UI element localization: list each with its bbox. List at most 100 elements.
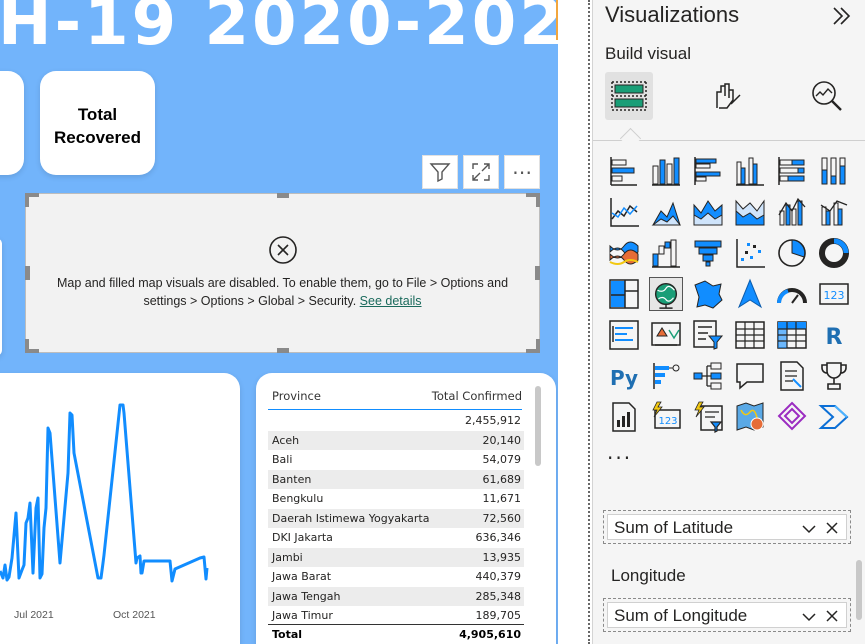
table-row[interactable]: Banten 61,689 — [268, 469, 524, 489]
key-influencers-icon[interactable] — [649, 359, 683, 393]
table-row[interactable]: Jawa Tengah 285,348 — [268, 586, 524, 606]
line-chart-icon[interactable] — [607, 195, 641, 229]
filled-map-icon[interactable] — [691, 277, 725, 311]
collapse-pane-button[interactable] — [829, 4, 853, 28]
100-stacked-column-chart-icon[interactable] — [817, 154, 851, 188]
kpi-card-partial[interactable] — [0, 71, 24, 175]
table-row[interactable]: DKI Jakarta 636,346 — [268, 528, 524, 548]
filter-button[interactable] — [422, 155, 458, 189]
column-header-province[interactable]: Province — [272, 389, 321, 403]
slicer-icon[interactable] — [691, 318, 725, 352]
table-row[interactable]: Daerah Istimewa Yogyakarta 72,560 — [268, 508, 524, 528]
donut-chart-icon[interactable] — [817, 236, 851, 270]
analytics-tab[interactable] — [803, 72, 851, 120]
power-apps-slicer-icon[interactable] — [691, 400, 725, 434]
resize-corner-tr[interactable] — [526, 193, 540, 207]
multi-row-card-icon-glyph — [609, 320, 639, 350]
gauge-icon-glyph — [777, 288, 807, 304]
stacked-area-chart-icon[interactable] — [691, 195, 725, 229]
format-visual-tab[interactable] — [703, 72, 751, 120]
analytics-magnifier-icon — [812, 81, 842, 111]
resize-handle-bottom[interactable] — [277, 348, 289, 353]
pane-scrollbar[interactable] — [856, 560, 862, 620]
chevron-down-icon[interactable] — [800, 520, 818, 538]
100-stacked-bar-chart-icon[interactable] — [775, 154, 809, 188]
treemap-icon[interactable] — [607, 277, 641, 311]
power-apps-icon[interactable] — [775, 400, 809, 434]
table-scrollbar[interactable] — [535, 386, 541, 466]
column-header-total-confirmed[interactable]: Total Confirmed — [432, 389, 522, 403]
stacked-column-chart-icon[interactable] — [649, 154, 683, 188]
qa-icon[interactable] — [733, 359, 767, 393]
area-chart-icon[interactable] — [649, 195, 683, 229]
pane-divider[interactable] — [588, 0, 590, 644]
province-table-card[interactable]: Province Total Confirmed 2,455,912 Aceh 20… — [256, 373, 556, 644]
card-icon[interactable]: 123 — [817, 277, 851, 311]
more-visuals-button[interactable]: ··· — [607, 446, 632, 470]
table-row[interactable]: Jawa Barat 440,379 — [268, 567, 524, 587]
table-row[interactable]: Aceh 20,140 — [268, 430, 524, 450]
map-message-line1: Map and filled map visuals are disabled.… — [56, 276, 509, 290]
resize-handle-top[interactable] — [277, 193, 289, 198]
table-row[interactable]: 2,455,912 — [268, 411, 524, 431]
clustered-bar-chart-icon[interactable] — [691, 154, 725, 188]
focus-mode-button[interactable] — [463, 155, 499, 189]
r-visual-icon[interactable]: R — [817, 318, 851, 352]
resize-corner-bl[interactable] — [25, 339, 39, 353]
waterfall-chart-icon[interactable] — [649, 236, 683, 270]
100-stacked-area-chart-icon[interactable] — [733, 195, 767, 229]
python-visual-icon-glyph: Py — [610, 366, 638, 390]
remove-field-icon[interactable] — [824, 520, 840, 536]
resize-corner-tl[interactable] — [25, 193, 39, 207]
python-visual-icon[interactable]: Py — [607, 359, 641, 393]
table-row[interactable]: Bali 54,079 — [268, 450, 524, 470]
remove-field-icon[interactable] — [824, 608, 840, 624]
see-details-link[interactable]: See details — [360, 294, 422, 308]
multi-row-card-icon[interactable] — [607, 318, 641, 352]
funnel-chart-icon[interactable] — [691, 236, 725, 270]
scatter-chart-icon[interactable] — [733, 236, 767, 270]
table-row[interactable]: Bengkulu 11,671 — [268, 489, 524, 509]
stacked-bar-chart-icon[interactable] — [607, 154, 641, 188]
power-automate-icon-glyph — [818, 405, 849, 429]
kpi-icon[interactable] — [649, 318, 683, 352]
power-apps-card-icon[interactable]: 123 — [649, 400, 683, 434]
side-card-partial[interactable] — [0, 238, 2, 356]
line-clustered-column-chart-icon[interactable] — [817, 195, 851, 229]
paginated-report-icon[interactable] — [607, 400, 641, 434]
clustered-column-chart-icon[interactable] — [733, 154, 767, 188]
table-icon[interactable] — [733, 318, 767, 352]
longitude-well[interactable]: Sum of Longitude — [603, 598, 851, 632]
matrix-icon[interactable] — [775, 318, 809, 352]
table-row[interactable]: Jambi 13,935 — [268, 547, 524, 567]
smart-narrative-icon[interactable] — [775, 359, 809, 393]
more-options-button[interactable]: ⋯ — [504, 155, 540, 189]
ribbon-chart-icon[interactable] — [607, 236, 641, 270]
build-visual-tab[interactable] — [605, 72, 653, 120]
decomposition-tree-icon[interactable] — [691, 359, 725, 393]
map-icon-glyph — [654, 282, 678, 309]
resize-corner-br[interactable] — [526, 339, 540, 353]
map-icon[interactable] — [649, 277, 683, 311]
azure-map-icon[interactable] — [733, 277, 767, 311]
arcgis-map-icon[interactable] — [733, 400, 767, 434]
longitude-field-pill[interactable]: Sum of Longitude — [607, 602, 847, 628]
funnel-chart-icon-glyph — [694, 240, 722, 267]
metrics-icon[interactable] — [817, 359, 851, 393]
line-stacked-column-chart-icon[interactable] — [775, 195, 809, 229]
latitude-well[interactable]: Sum of Latitude — [603, 510, 851, 544]
table-row[interactable]: Jawa Timur 189,705 — [268, 606, 524, 626]
line-chart-card[interactable]: Jul 2021 Oct 2021 — [0, 373, 240, 644]
kpi-card-total-recovered[interactable]: Total Recovered — [40, 71, 155, 175]
report-canvas[interactable]: H-19 2020-2021 Total Recovered ⋯ Map and… — [0, 0, 558, 644]
slicer-icon-glyph — [693, 320, 724, 350]
gauge-icon[interactable] — [775, 277, 809, 311]
chevron-down-icon[interactable] — [800, 608, 818, 626]
power-automate-icon[interactable] — [817, 400, 851, 434]
table-header-row: Province Total Confirmed — [268, 387, 522, 410]
pie-chart-icon[interactable] — [775, 236, 809, 270]
map-visual-disabled[interactable]: Map and filled map visuals are disabled.… — [25, 193, 540, 353]
latitude-field-pill[interactable]: Sum of Latitude — [607, 514, 847, 540]
province-cell: Jambi — [272, 550, 303, 564]
decomposition-tree-icon-glyph — [693, 362, 722, 390]
